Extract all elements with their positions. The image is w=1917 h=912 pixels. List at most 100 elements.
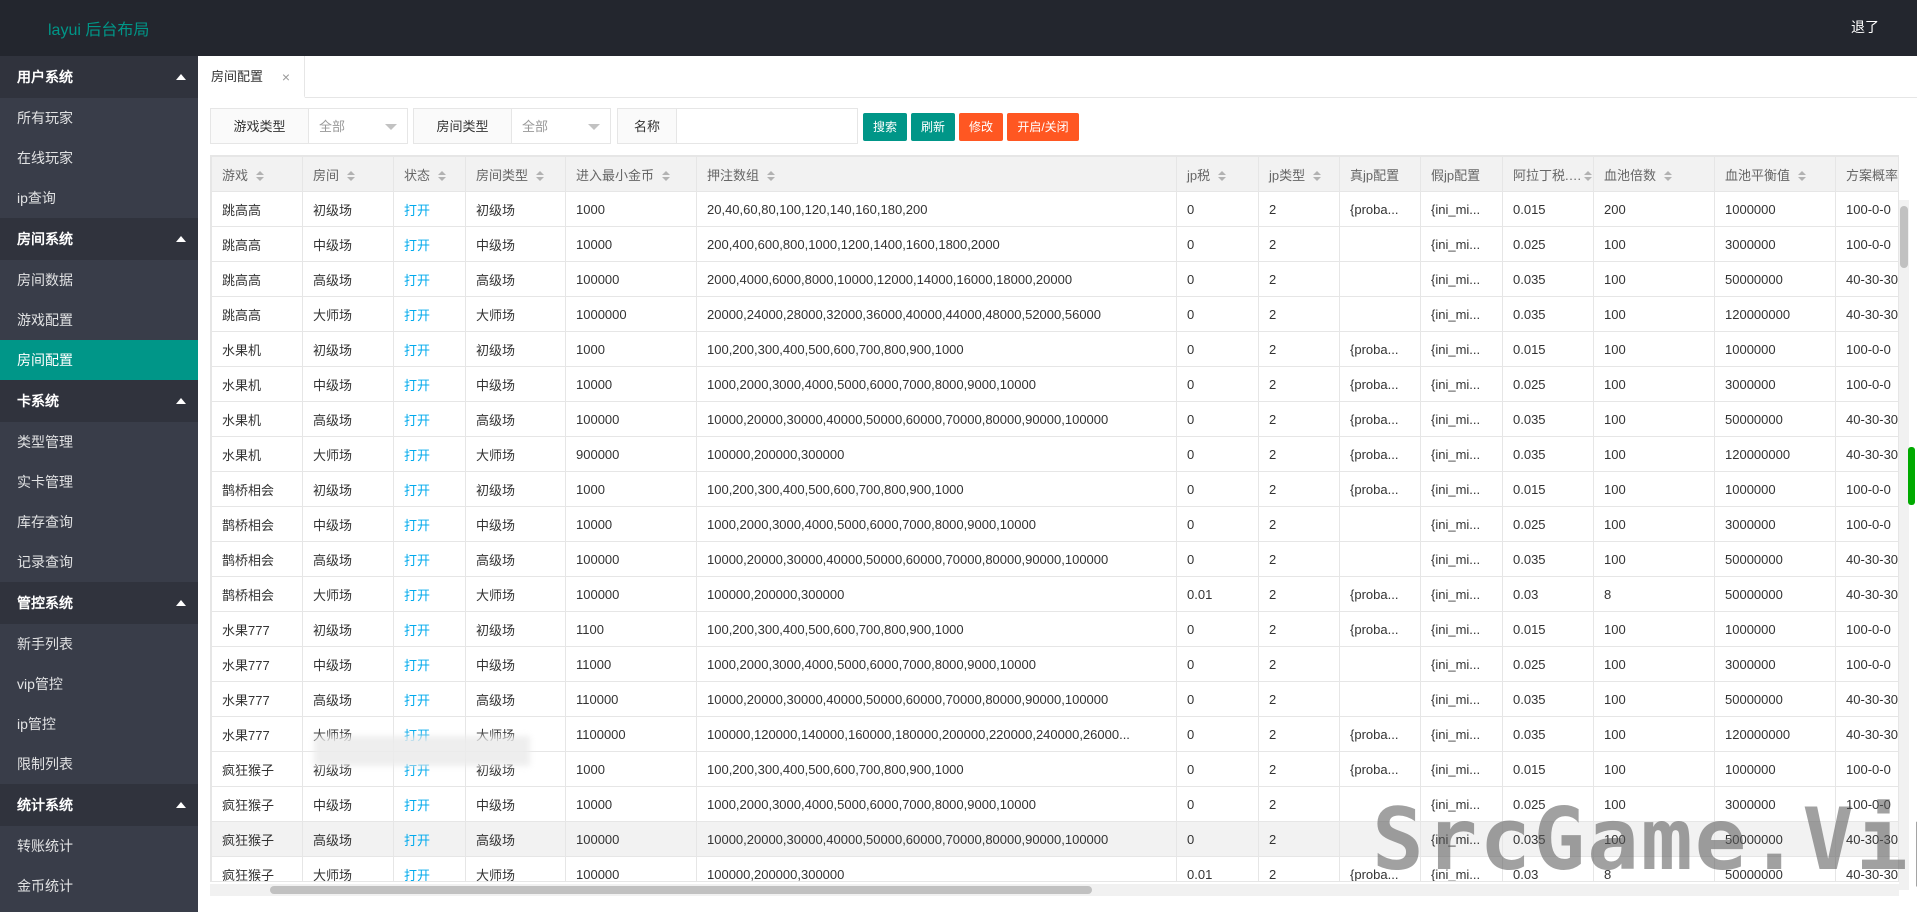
nav-group-1[interactable]: 房间系统 bbox=[0, 218, 198, 260]
sort-icon[interactable] bbox=[1583, 171, 1592, 182]
refresh-button[interactable]: 刷新 bbox=[911, 113, 955, 141]
vertical-scrollbar[interactable] bbox=[1899, 200, 1909, 890]
sort-icon[interactable] bbox=[1313, 171, 1322, 182]
sort-icon[interactable] bbox=[662, 171, 671, 182]
scrollbar-thumb[interactable] bbox=[270, 886, 1092, 894]
table-row[interactable]: 水果机 中级场 打开 中级场 10000 1000,2000,3000,4000,5000… bbox=[211, 366, 1898, 402]
app-logo[interactable]: layui 后台布局 bbox=[48, 16, 149, 40]
game-type-select[interactable]: 全部 bbox=[308, 108, 408, 144]
status-link[interactable]: 打开 bbox=[393, 366, 466, 402]
nav-group-4[interactable]: 统计系统 bbox=[0, 784, 198, 826]
sidebar-item[interactable]: vip管控 bbox=[0, 664, 198, 704]
table-row[interactable]: 水果777 高级场 打开 高级场 110000 10000,20000,30000,400… bbox=[211, 681, 1898, 717]
table-row[interactable]: 跳高高 大师场 打开 大师场 1000000 20000,24000,28000,3200… bbox=[211, 296, 1898, 332]
table-row[interactable]: 鹊桥相会 高级场 打开 高级场 100000 10000,20000,30000,4000… bbox=[211, 541, 1898, 577]
sidebar-item[interactable]: 限制列表 bbox=[0, 744, 198, 784]
column-header[interactable]: jp税 bbox=[1176, 156, 1259, 192]
column-header[interactable]: 方案概率 bbox=[1835, 156, 1898, 192]
sidebar-item[interactable]: 所有玩家 bbox=[0, 98, 198, 138]
table-row[interactable]: 跳高高 中级场 打开 中级场 10000 200,400,600,800,1000,120… bbox=[211, 226, 1898, 262]
column-header[interactable]: jp类型 bbox=[1258, 156, 1340, 192]
table-row[interactable]: 水果777 初级场 打开 初级场 1100 100,200,300,400,500,600… bbox=[211, 611, 1898, 647]
edit-button[interactable]: 修改 bbox=[959, 113, 1003, 141]
column-header[interactable]: 血池平衡值 bbox=[1714, 156, 1836, 192]
nav-group-label: 用户系统 bbox=[17, 69, 73, 85]
sidebar-item[interactable]: 库存查询 bbox=[0, 502, 198, 542]
table-row[interactable]: 水果机 大师场 打开 大师场 900000 100000,200000,300000 0 2{… bbox=[211, 436, 1898, 472]
sidebar-item[interactable]: 在线玩家 bbox=[0, 138, 198, 178]
nav-group-0[interactable]: 用户系统 bbox=[0, 56, 198, 98]
table-cell: 100,200,300,400,500,600,700,800,900,1000 bbox=[696, 751, 1177, 787]
column-header[interactable]: 状态 bbox=[393, 156, 466, 192]
status-link[interactable]: 打开 bbox=[393, 471, 466, 507]
table-row[interactable]: 水果777 中级场 打开 中级场 11000 1000,2000,3000,4000,50… bbox=[211, 646, 1898, 682]
table-row[interactable]: 鹊桥相会 大师场 打开 大师场 100000 100000,200000,300000 0.… bbox=[211, 576, 1898, 612]
sidebar-item[interactable]: 金币统计 bbox=[0, 866, 198, 906]
column-header[interactable]: 血池倍数 bbox=[1593, 156, 1715, 192]
caret-up-icon bbox=[176, 802, 186, 808]
column-header[interactable]: 游戏 bbox=[211, 156, 303, 192]
search-button[interactable]: 搜索 bbox=[863, 113, 907, 141]
table-cell: 水果777 bbox=[211, 681, 303, 717]
status-link[interactable]: 打开 bbox=[393, 856, 466, 881]
status-link[interactable]: 打开 bbox=[393, 786, 466, 822]
status-link[interactable]: 打开 bbox=[393, 821, 466, 857]
name-input[interactable] bbox=[676, 108, 858, 144]
sidebar-item[interactable]: 新手列表 bbox=[0, 624, 198, 664]
sidebar-item[interactable]: 实卡管理 bbox=[0, 462, 198, 502]
column-header[interactable]: 真jp配置 bbox=[1339, 156, 1421, 192]
sidebar-item[interactable]: 房间配置 bbox=[0, 340, 198, 380]
sidebar-item[interactable]: 记录查询 bbox=[0, 542, 198, 582]
sidebar-item[interactable]: 游戏配置 bbox=[0, 300, 198, 340]
table-row[interactable]: 跳高高 初级场 打开 初级场 1000 20,40,60,80,100,120,140,1… bbox=[211, 191, 1898, 227]
status-link[interactable]: 打开 bbox=[393, 261, 466, 297]
sort-icon[interactable] bbox=[438, 171, 447, 182]
status-link[interactable]: 打开 bbox=[393, 541, 466, 577]
column-header[interactable]: 假jp配置 bbox=[1420, 156, 1503, 192]
table-row[interactable]: 水果机 初级场 打开 初级场 1000 100,200,300,400,500,600,7… bbox=[211, 331, 1898, 367]
sort-icon[interactable] bbox=[1218, 171, 1227, 182]
status-link[interactable]: 打开 bbox=[393, 226, 466, 262]
status-link[interactable]: 打开 bbox=[393, 401, 466, 437]
nav-group-2[interactable]: 卡系统 bbox=[0, 380, 198, 422]
status-link[interactable]: 打开 bbox=[393, 331, 466, 367]
status-link[interactable]: 打开 bbox=[393, 681, 466, 717]
column-header[interactable]: 进入最小金币 bbox=[565, 156, 697, 192]
tab-room-config[interactable]: 房间配置 × bbox=[198, 56, 305, 98]
sort-icon[interactable] bbox=[536, 171, 545, 182]
sort-icon[interactable] bbox=[1798, 171, 1807, 182]
sort-icon[interactable] bbox=[1664, 171, 1673, 182]
table-row[interactable]: 鹊桥相会 初级场 打开 初级场 1000 100,200,300,400,500,600,… bbox=[211, 471, 1898, 507]
room-type-select[interactable]: 全部 bbox=[511, 108, 611, 144]
table-row[interactable]: 水果机 高级场 打开 高级场 100000 10000,20000,30000,40000… bbox=[211, 401, 1898, 437]
sort-icon[interactable] bbox=[767, 171, 776, 182]
status-link[interactable]: 打开 bbox=[393, 191, 466, 227]
status-link[interactable]: 打开 bbox=[393, 296, 466, 332]
column-header[interactable]: 房间类型 bbox=[465, 156, 566, 192]
column-header[interactable]: 房间 bbox=[302, 156, 394, 192]
sidebar-item[interactable]: 房间数据 bbox=[0, 260, 198, 300]
column-header[interactable]: 押注数组 bbox=[696, 156, 1177, 192]
status-link[interactable]: 打开 bbox=[393, 436, 466, 472]
table-row[interactable]: 鹊桥相会 中级场 打开 中级场 10000 1000,2000,3000,4000,500… bbox=[211, 506, 1898, 542]
nav-group-3[interactable]: 管控系统 bbox=[0, 582, 198, 624]
status-link[interactable]: 打开 bbox=[393, 506, 466, 542]
scrollbar-thumb[interactable] bbox=[1900, 206, 1908, 268]
side-widget-handle[interactable] bbox=[1908, 447, 1915, 505]
logout-link[interactable]: 退了 bbox=[1851, 17, 1879, 37]
status-link[interactable]: 打开 bbox=[393, 576, 466, 612]
sidebar-item[interactable]: ip管控 bbox=[0, 704, 198, 744]
sort-icon[interactable] bbox=[256, 171, 265, 182]
column-header[interactable]: 阿拉丁税... bbox=[1502, 156, 1594, 192]
toggle-button[interactable]: 开启/关闭 bbox=[1007, 113, 1079, 141]
status-link[interactable]: 打开 bbox=[393, 646, 466, 682]
table-row[interactable]: 跳高高 高级场 打开 高级场 100000 2000,4000,6000,8000,100… bbox=[211, 261, 1898, 297]
sort-icon[interactable] bbox=[347, 171, 356, 182]
status-link[interactable]: 打开 bbox=[393, 611, 466, 647]
sidebar-item[interactable]: 转账统计 bbox=[0, 826, 198, 866]
close-icon[interactable]: × bbox=[282, 56, 290, 98]
table-cell: 初级场 bbox=[302, 471, 394, 507]
table-cell: 大师场 bbox=[465, 856, 566, 881]
sidebar-item[interactable]: 类型管理 bbox=[0, 422, 198, 462]
sidebar-item[interactable]: ip查询 bbox=[0, 178, 198, 218]
